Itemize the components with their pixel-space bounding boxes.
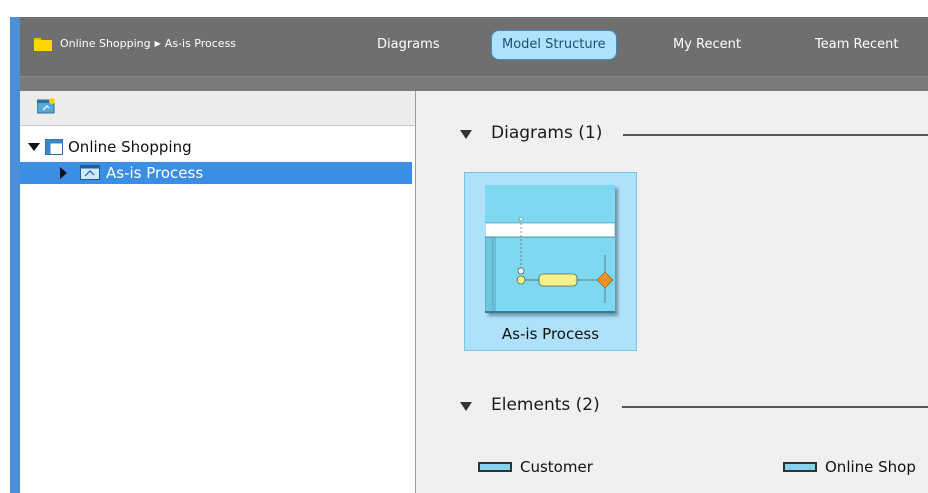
folder-icon (34, 38, 52, 51)
diagram-thumbnail-card[interactable]: As-is Process (464, 172, 637, 351)
elements-collapse-icon[interactable] (460, 402, 472, 411)
bpmn-diagram-icon (80, 165, 100, 180)
tab-model-structure[interactable]: Model Structure (491, 30, 617, 60)
window-accent-bar (10, 17, 20, 493)
collapse-triangle-icon[interactable] (28, 143, 40, 151)
diagrams-collapse-icon[interactable] (460, 130, 472, 139)
diagram-thumbnail-label: As-is Process (501, 325, 600, 343)
breadcrumb-separator-icon: ▶ (154, 39, 161, 48)
tree-item-label: As-is Process (106, 164, 204, 182)
tree-item-as-is-process[interactable]: As-is Process (20, 162, 412, 184)
breadcrumb-current[interactable]: As-is Process (165, 37, 236, 50)
tab-team-recent[interactable]: Team Recent (815, 30, 898, 60)
toolbar-strip (20, 77, 928, 91)
tab-my-recent[interactable]: My Recent (673, 30, 741, 60)
new-diagram-folder-icon[interactable] (37, 98, 55, 114)
content-pane: Diagrams (1) As-is Process Elements (2) … (416, 91, 928, 493)
diagram-preview-image (485, 185, 615, 313)
diagrams-section-divider (623, 134, 928, 136)
elements-section-divider (622, 406, 928, 408)
pool-icon (478, 462, 512, 472)
pool-icon (783, 462, 817, 472)
elements-section-heading: Elements (2) (491, 395, 600, 415)
bpmn-preview-icon (485, 185, 615, 313)
model-icon (45, 139, 63, 155)
tab-diagrams[interactable]: Diagrams (377, 30, 440, 60)
top-navigation-bar: Online Shopping ▶ As-is Process Diagrams M… (20, 17, 928, 77)
breadcrumb-project[interactable]: Online Shopping (60, 37, 151, 50)
expand-triangle-icon[interactable] (60, 167, 67, 179)
tree-item-label: Online Shopping (68, 138, 192, 156)
diagrams-section-heading: Diagrams (1) (491, 123, 603, 143)
tree-item-online-shopping[interactable]: Online Shopping (20, 136, 412, 158)
element-online-shop[interactable]: Online Shop (825, 458, 916, 476)
model-tree-pane: Online Shopping As-is Process (20, 91, 416, 493)
element-customer[interactable]: Customer (520, 458, 593, 476)
tree-toolbar (20, 91, 415, 126)
breadcrumb: Online Shopping ▶ As-is Process (60, 37, 236, 50)
